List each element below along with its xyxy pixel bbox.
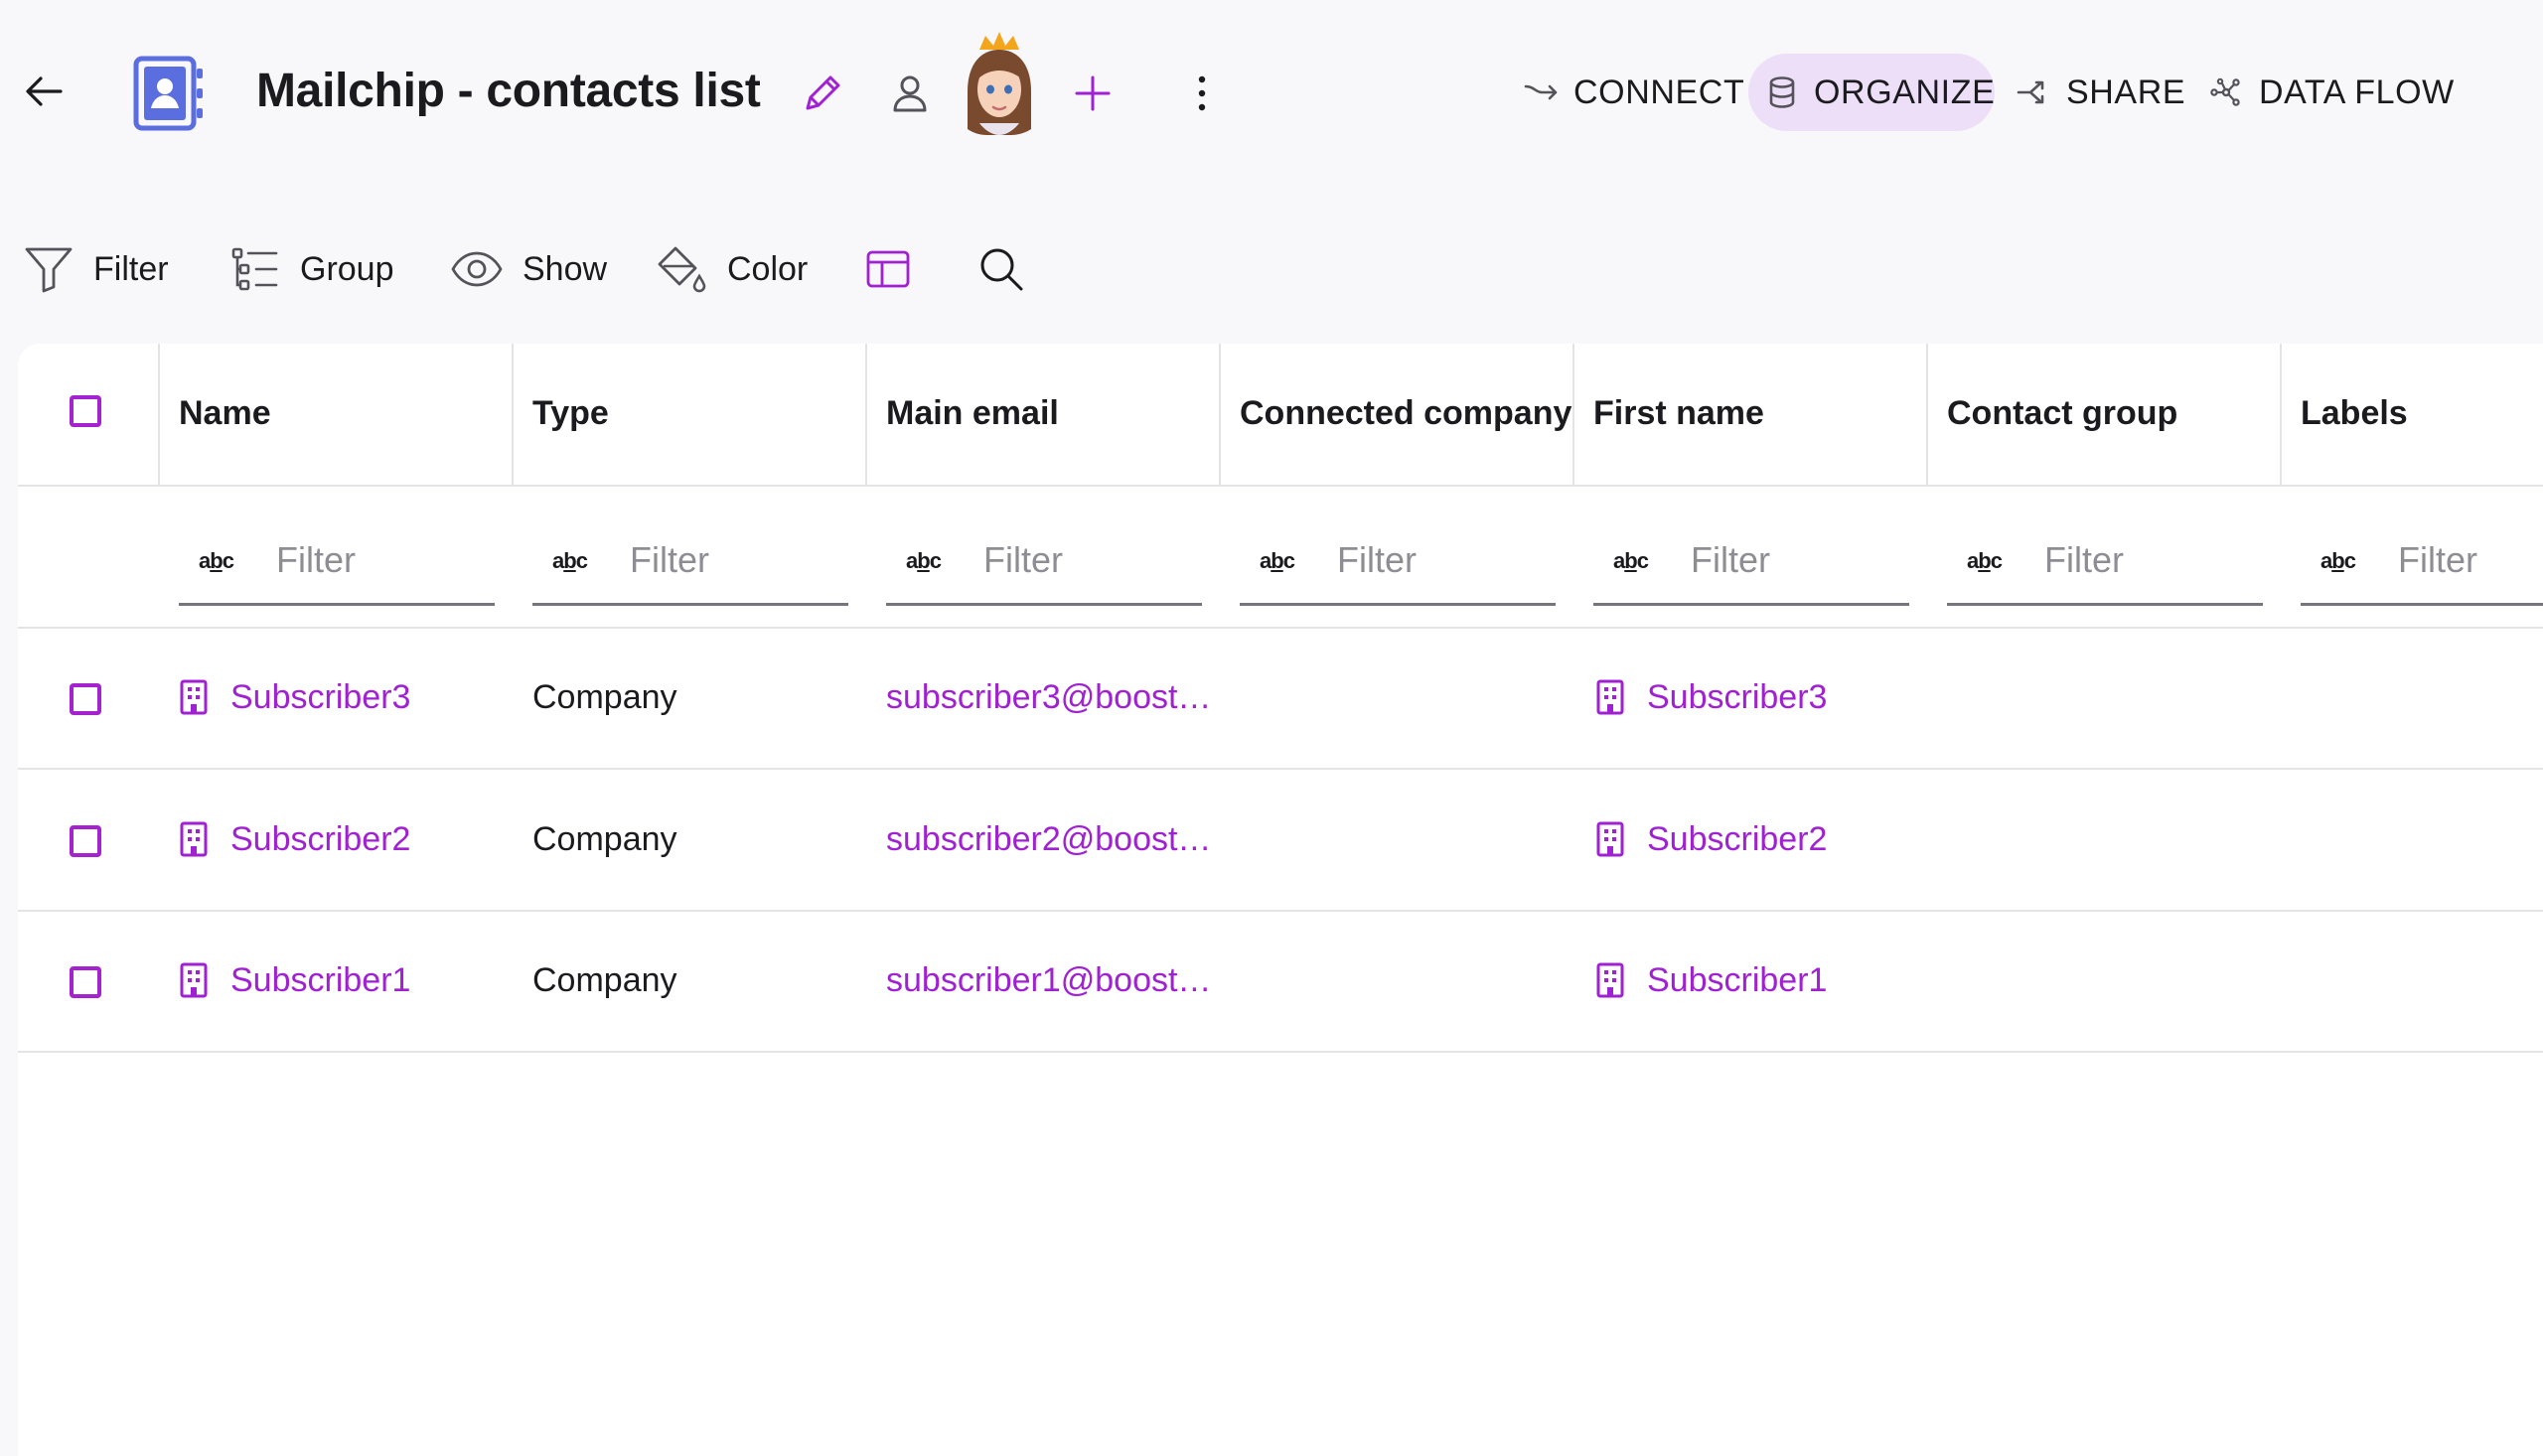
header-divider — [18, 485, 2543, 487]
column-header-type[interactable]: Type — [532, 393, 609, 433]
row-checkbox[interactable] — [70, 825, 101, 857]
text-type-icon: abc — [2320, 548, 2356, 573]
first-name-filter-input[interactable] — [1691, 532, 1899, 588]
contact-type: Company — [532, 961, 677, 999]
color-label: Color — [727, 250, 809, 288]
eye-icon — [451, 249, 503, 289]
text-type-icon: abc — [1613, 548, 1649, 573]
contact-email-link[interactable]: subscriber2@boost… — [886, 817, 1211, 861]
column-divider — [158, 344, 160, 485]
contact-name-link[interactable]: Subscriber2 — [230, 817, 410, 861]
contact-type: Company — [532, 820, 677, 858]
building-icon — [1596, 821, 1624, 857]
nav-connect-label: CONNECT — [1573, 73, 1745, 111]
column-divider — [865, 344, 867, 485]
first-name-link[interactable]: Subscriber2 — [1647, 817, 1827, 861]
add-plus-icon[interactable] — [1065, 66, 1121, 121]
column-header-contact-group[interactable]: Contact group — [1947, 393, 2177, 433]
top-header: Mailchip - contacts list CONNECT ORGANIZ… — [0, 0, 2543, 184]
type-filter-field[interactable]: abc — [532, 518, 848, 606]
column-header-connected-company[interactable]: Connected company — [1240, 393, 1571, 433]
share-icon — [2017, 76, 2050, 108]
contact-group-filter-field[interactable]: abc — [1947, 518, 2263, 606]
filter-label: Filter — [93, 250, 169, 288]
building-icon — [180, 821, 208, 857]
labels-filter-field[interactable]: abc — [2301, 518, 2543, 606]
data-flow-icon — [2209, 76, 2243, 108]
connected-company-filter-field[interactable]: abc — [1240, 518, 1556, 606]
first-name-link[interactable]: Subscriber3 — [1647, 675, 1827, 719]
main-email-filter-field[interactable]: abc — [886, 518, 1202, 606]
first-name-link[interactable]: Subscriber1 — [1647, 958, 1827, 1002]
column-divider — [1926, 344, 1928, 485]
contacts-table: Name Type Main email Connected company F… — [18, 344, 2543, 1456]
pencil-edit-icon[interactable] — [795, 66, 850, 121]
nav-connect[interactable]: CONNECT — [1506, 54, 1754, 131]
row-checkbox[interactable] — [70, 966, 101, 998]
name-filter-field[interactable]: abc — [179, 518, 495, 606]
main-email-filter-input[interactable] — [983, 532, 1192, 588]
building-icon — [180, 679, 208, 715]
column-header-main-email[interactable]: Main email — [886, 393, 1059, 433]
table-row[interactable]: Subscriber3 Company subscriber3@boost… S… — [18, 628, 2543, 769]
column-divider — [2280, 344, 2282, 485]
page-title: Mailchip - contacts list — [256, 65, 761, 117]
contacts-book-icon — [131, 56, 207, 131]
column-header-name[interactable]: Name — [179, 393, 271, 433]
contact-email-link[interactable]: subscriber3@boost… — [886, 675, 1211, 719]
back-arrow-icon[interactable] — [20, 67, 70, 116]
labels-filter-input[interactable] — [2398, 532, 2543, 588]
person-icon[interactable] — [882, 66, 938, 121]
name-filter-input[interactable] — [276, 532, 485, 588]
user-avatar[interactable] — [958, 28, 1041, 139]
show-label: Show — [523, 250, 608, 288]
group-tree-icon — [230, 245, 280, 293]
column-divider — [1219, 344, 1221, 485]
show-button[interactable]: Show — [451, 238, 607, 300]
text-type-icon: abc — [1260, 548, 1295, 573]
search-icon[interactable] — [973, 238, 1029, 300]
row-checkbox[interactable] — [70, 683, 101, 715]
contact-email-link[interactable]: subscriber1@boost… — [886, 958, 1211, 1002]
text-type-icon: abc — [1967, 548, 2003, 573]
group-label: Group — [300, 250, 394, 288]
column-divider — [512, 344, 514, 485]
contact-name-link[interactable]: Subscriber3 — [230, 675, 410, 719]
building-icon — [1596, 679, 1624, 715]
column-header-labels[interactable]: Labels — [2301, 393, 2408, 433]
color-button[interactable]: Color — [656, 238, 808, 300]
first-name-filter-field[interactable]: abc — [1593, 518, 1909, 606]
funnel-icon — [24, 245, 74, 293]
select-all-checkbox[interactable] — [70, 395, 101, 427]
type-filter-input[interactable] — [630, 532, 838, 588]
nav-organize-label: ORGANIZE — [1814, 73, 1996, 111]
building-icon — [1596, 962, 1624, 998]
contact-type: Company — [532, 678, 677, 716]
nav-share-label: SHARE — [2066, 73, 2186, 111]
table-row[interactable]: Subscriber2 Company subscriber2@boost… S… — [18, 770, 2543, 911]
database-icon — [1766, 75, 1798, 109]
filter-button[interactable]: Filter — [24, 238, 169, 300]
building-icon — [180, 962, 208, 998]
text-type-icon: abc — [199, 548, 234, 573]
column-header-first-name[interactable]: First name — [1593, 393, 1764, 433]
nav-organize[interactable]: ORGANIZE — [1748, 54, 1995, 131]
nav-data-flow[interactable]: DATA FLOW — [2191, 54, 2455, 131]
table-layout-icon[interactable] — [862, 238, 914, 300]
connected-company-filter-input[interactable] — [1337, 532, 1546, 588]
text-type-icon: abc — [552, 548, 588, 573]
more-vertical-icon[interactable] — [1174, 66, 1230, 121]
connect-arrow-icon — [1524, 77, 1558, 107]
contact-group-filter-input[interactable] — [2044, 532, 2253, 588]
nav-share[interactable]: SHARE — [1999, 54, 2207, 131]
text-type-icon: abc — [906, 548, 942, 573]
group-button[interactable]: Group — [230, 238, 394, 300]
table-row[interactable]: Subscriber1 Company subscriber1@boost… S… — [18, 911, 2543, 1052]
contact-name-link[interactable]: Subscriber1 — [230, 958, 410, 1002]
nav-data-flow-label: DATA FLOW — [2259, 73, 2455, 111]
paint-bucket-icon — [656, 244, 707, 294]
column-divider — [1572, 344, 1574, 485]
